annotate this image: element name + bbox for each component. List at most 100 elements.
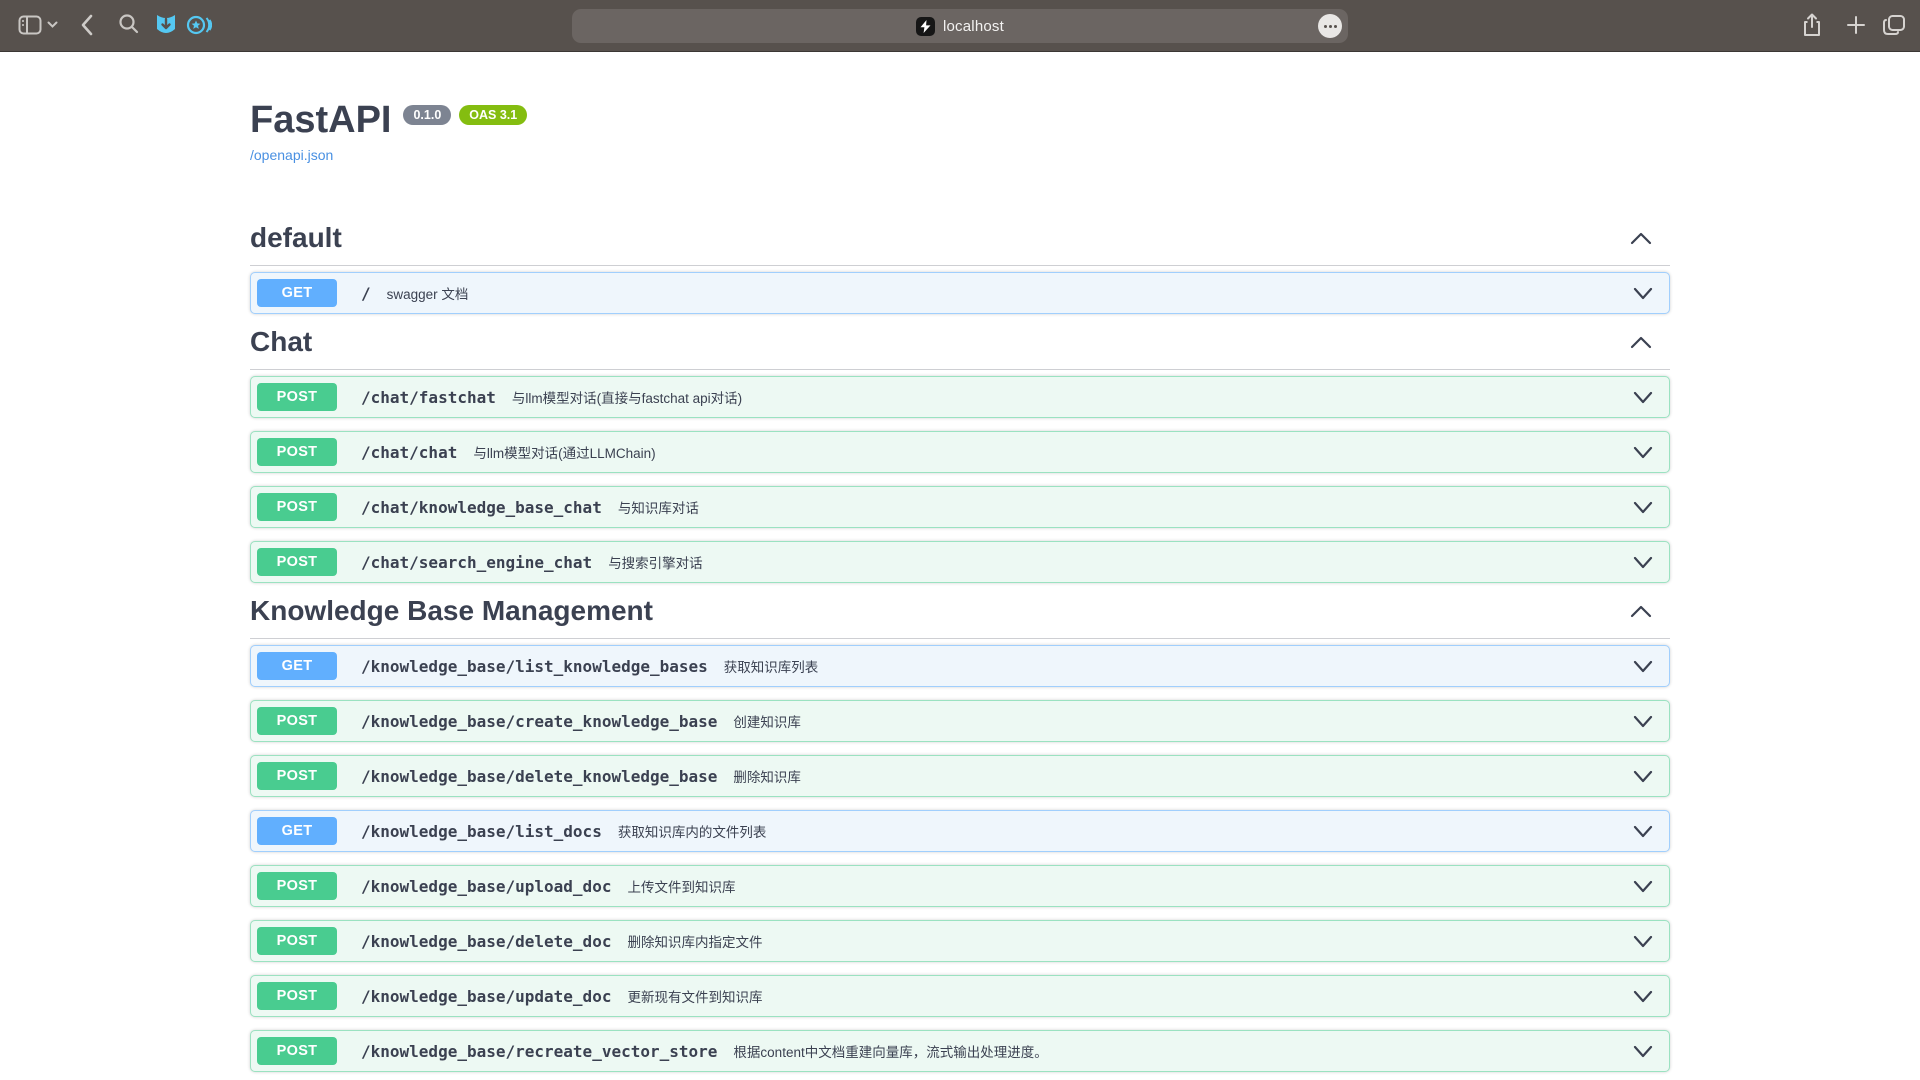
endpoint-path: /chat/knowledge_base_chat — [361, 498, 602, 517]
ripple-star-extension-icon — [186, 13, 212, 37]
endpoint-path: /chat/chat — [361, 443, 457, 462]
endpoint-row[interactable]: POST /knowledge_base/delete_doc 删除知识库内指定… — [250, 920, 1670, 962]
sidebar-toggle-button[interactable] — [18, 15, 42, 35]
endpoint-row[interactable]: POST /knowledge_base/create_knowledge_ba… — [250, 700, 1670, 742]
site-favicon — [916, 17, 935, 36]
api-section: Chat POST /chat/fastchat 与llm模型对话(直接与fas… — [250, 327, 1670, 583]
swagger-page: FastAPI 0.1.0 OAS 3.1 /openapi.json defa… — [0, 52, 1920, 1072]
endpoint-row[interactable]: POST /chat/knowledge_base_chat 与知识库对话 — [250, 486, 1670, 528]
endpoint-row[interactable]: GET /knowledge_base/list_knowledge_bases… — [250, 645, 1670, 687]
endpoint-path: /knowledge_base/recreate_vector_store — [361, 1042, 717, 1061]
chevron-down-icon — [1633, 825, 1653, 838]
endpoint-row[interactable]: POST /chat/fastchat 与llm模型对话(直接与fastchat… — [250, 376, 1670, 418]
share-icon — [1802, 13, 1822, 37]
api-sections: default GET / swagger 文档 Chat POST /chat… — [250, 223, 1670, 1072]
endpoint-description: 与llm模型对话(直接与fastchat api对话) — [512, 387, 742, 407]
chevron-up-icon — [1630, 604, 1652, 618]
new-tab-icon — [1846, 15, 1866, 35]
section-title: default — [250, 223, 342, 253]
endpoint-row[interactable]: POST /chat/search_engine_chat 与搜索引擎对话 — [250, 541, 1670, 583]
lightning-bolt-icon — [920, 20, 931, 33]
endpoint-description: 上传文件到知识库 — [627, 876, 735, 896]
endpoint-description: 根据content中文档重建向量库，流式输出处理进度。 — [733, 1041, 1047, 1061]
endpoint-path: /knowledge_base/create_knowledge_base — [361, 712, 717, 731]
method-badge: POST — [257, 383, 337, 411]
endpoint-row[interactable]: POST /knowledge_base/recreate_vector_sto… — [250, 1030, 1670, 1072]
endpoint-description: 删除知识库内指定文件 — [627, 931, 762, 951]
new-tab-button[interactable] — [1846, 15, 1866, 35]
extension-shield-download-button[interactable] — [154, 12, 178, 38]
endpoint-path: /knowledge_base/list_knowledge_bases — [361, 657, 708, 676]
section-title: Chat — [250, 327, 312, 357]
method-badge: GET — [257, 652, 337, 680]
sidebar-icon — [18, 15, 42, 35]
endpoint-row[interactable]: POST /chat/chat 与llm模型对话(通过LLMChain) — [250, 431, 1670, 473]
chevron-down-icon — [1633, 770, 1653, 783]
version-badge: 0.1.0 — [403, 105, 451, 125]
endpoint-path: /knowledge_base/delete_knowledge_base — [361, 767, 717, 786]
tab-overview-button[interactable] — [1882, 14, 1906, 36]
url-text: localhost — [943, 18, 1004, 35]
chevron-down-icon — [47, 21, 58, 29]
chevron-down-icon — [1633, 935, 1653, 948]
endpoint-path: / — [361, 284, 371, 303]
openapi-spec-link[interactable]: /openapi.json — [250, 147, 333, 163]
section-rows: GET /knowledge_base/list_knowledge_bases… — [250, 645, 1670, 1072]
endpoint-path: /knowledge_base/list_docs — [361, 822, 602, 841]
api-section: default GET / swagger 文档 — [250, 223, 1670, 314]
section-header[interactable]: Knowledge Base Management — [250, 596, 1670, 639]
search-button[interactable] — [118, 13, 140, 35]
shield-download-extension-icon — [154, 12, 178, 38]
chevron-down-icon — [1633, 990, 1653, 1003]
method-badge: POST — [257, 982, 337, 1010]
endpoint-path: /chat/search_engine_chat — [361, 553, 592, 572]
endpoint-description: swagger 文档 — [387, 283, 469, 303]
chevron-up-icon — [1630, 335, 1652, 349]
endpoint-description: 与搜索引擎对话 — [608, 552, 703, 572]
browser-toolbar: localhost — [0, 0, 1920, 52]
method-badge: POST — [257, 493, 337, 521]
endpoint-row[interactable]: GET / swagger 文档 — [250, 272, 1670, 314]
endpoint-row[interactable]: POST /knowledge_base/update_doc 更新现有文件到知… — [250, 975, 1670, 1017]
method-badge: POST — [257, 438, 337, 466]
section-header[interactable]: default — [250, 223, 1670, 266]
endpoint-path: /chat/fastchat — [361, 388, 496, 407]
method-badge: POST — [257, 707, 337, 735]
extension-ripple-star-button[interactable] — [186, 13, 212, 37]
chevron-down-icon — [1633, 880, 1653, 893]
method-badge: POST — [257, 1037, 337, 1065]
method-badge: POST — [257, 872, 337, 900]
chevron-down-icon — [1633, 287, 1653, 300]
chevron-down-icon — [1633, 391, 1653, 404]
section-rows: GET / swagger 文档 — [250, 272, 1670, 314]
endpoint-description: 删除知识库 — [733, 766, 801, 786]
share-button[interactable] — [1802, 13, 1822, 37]
address-bar[interactable]: localhost — [572, 9, 1348, 43]
api-info-header: FastAPI 0.1.0 OAS 3.1 — [250, 100, 1670, 140]
chevron-down-icon — [1633, 446, 1653, 459]
endpoint-description: 创建知识库 — [733, 711, 801, 731]
search-icon — [118, 13, 140, 35]
back-icon — [80, 14, 94, 36]
section-title: Knowledge Base Management — [250, 596, 653, 626]
endpoint-row[interactable]: GET /knowledge_base/list_docs 获取知识库内的文件列… — [250, 810, 1670, 852]
chevron-down-icon — [1633, 660, 1653, 673]
sidebar-menu-chevron-button[interactable] — [47, 21, 58, 29]
method-badge: GET — [257, 279, 337, 307]
section-header[interactable]: Chat — [250, 327, 1670, 370]
back-button[interactable] — [80, 14, 94, 36]
page-settings-button[interactable] — [1318, 14, 1342, 38]
chevron-down-icon — [1633, 1045, 1653, 1058]
method-badge: POST — [257, 548, 337, 576]
page-title: FastAPI — [250, 100, 391, 140]
endpoint-row[interactable]: POST /knowledge_base/delete_knowledge_ba… — [250, 755, 1670, 797]
chevron-down-icon — [1633, 501, 1653, 514]
endpoint-path: /knowledge_base/delete_doc — [361, 932, 611, 951]
api-section: Knowledge Base Management GET /knowledge… — [250, 596, 1670, 1072]
endpoint-description: 获取知识库列表 — [724, 656, 819, 676]
endpoint-row[interactable]: POST /knowledge_base/upload_doc 上传文件到知识库 — [250, 865, 1670, 907]
endpoint-path: /knowledge_base/update_doc — [361, 987, 611, 1006]
chevron-down-icon — [1633, 715, 1653, 728]
chevron-up-icon — [1630, 231, 1652, 245]
endpoint-description: 与llm模型对话(通过LLMChain) — [473, 442, 655, 462]
